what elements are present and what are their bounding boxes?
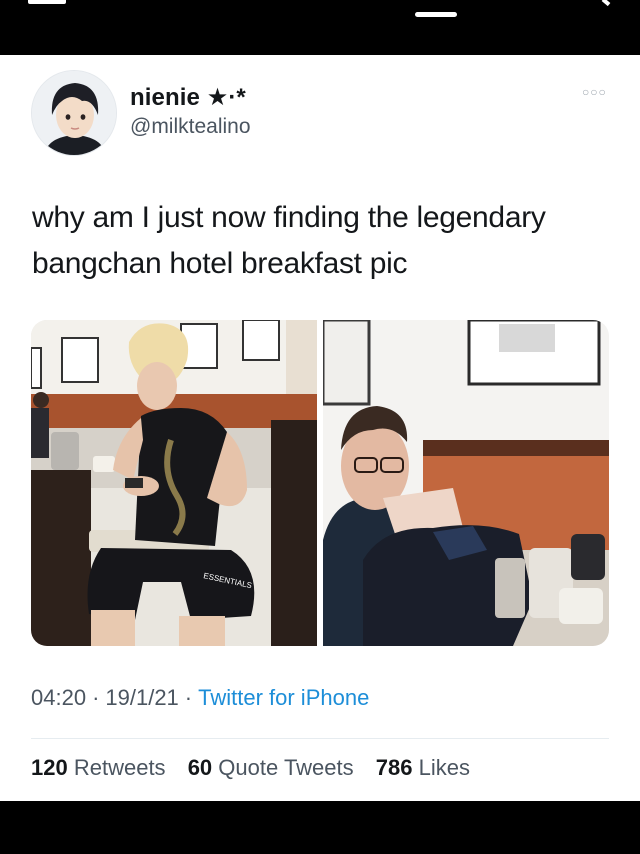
retweets-stat[interactable]: 120 Retweets [31,755,166,780]
tweet-text: why am I just now finding the legendary … [32,195,612,287]
notch-indicator [415,12,457,17]
tweet-card: nienie ★·* @milktealino ○○○ why am I jus… [0,55,640,801]
status-indicator-right [601,0,611,7]
avatar[interactable] [31,70,117,156]
tweet-text-line: bangchan hotel breakfast pic [32,247,408,280]
author-display-name[interactable]: nienie ★·* [130,83,246,112]
tweet-meta: 04:20 · 19/1/21 · Twitter for iPhone [31,685,369,711]
status-bar [0,0,640,55]
tweet-text-line: why am I just now finding the legendary [32,201,546,234]
meta-separator: · [92,685,100,710]
photo-left[interactable]: ESSENTIALS [31,320,317,646]
tweet-time[interactable]: 04:20 [31,685,86,710]
tweet-source-link[interactable]: Twitter for iPhone [198,685,369,710]
quote-tweets-stat[interactable]: 60 Quote Tweets [188,755,354,780]
tweet-media[interactable]: ESSENTIALS [31,320,609,646]
more-horizontal-icon[interactable]: ○○○ [582,85,607,99]
photo-right[interactable] [323,320,609,646]
likes-stat[interactable]: 786 Likes [376,755,470,780]
divider [31,738,609,739]
retweets-label: Retweets [73,755,166,780]
status-indicator-left [28,0,66,4]
tweet-date[interactable]: 19/1/21 [105,685,178,710]
quote-tweets-label: Quote Tweets [218,755,354,780]
likes-count: 786 [375,755,413,780]
likes-label: Likes [418,755,470,780]
retweets-count: 120 [31,755,68,780]
tweet-stats: 120 Retweets 60 Quote Tweets 786 Likes [31,755,486,781]
meta-separator: · [184,685,193,710]
bottom-bar [0,801,640,854]
quote-tweets-count: 60 [187,755,213,780]
author-handle[interactable]: @milktealino [130,115,251,139]
